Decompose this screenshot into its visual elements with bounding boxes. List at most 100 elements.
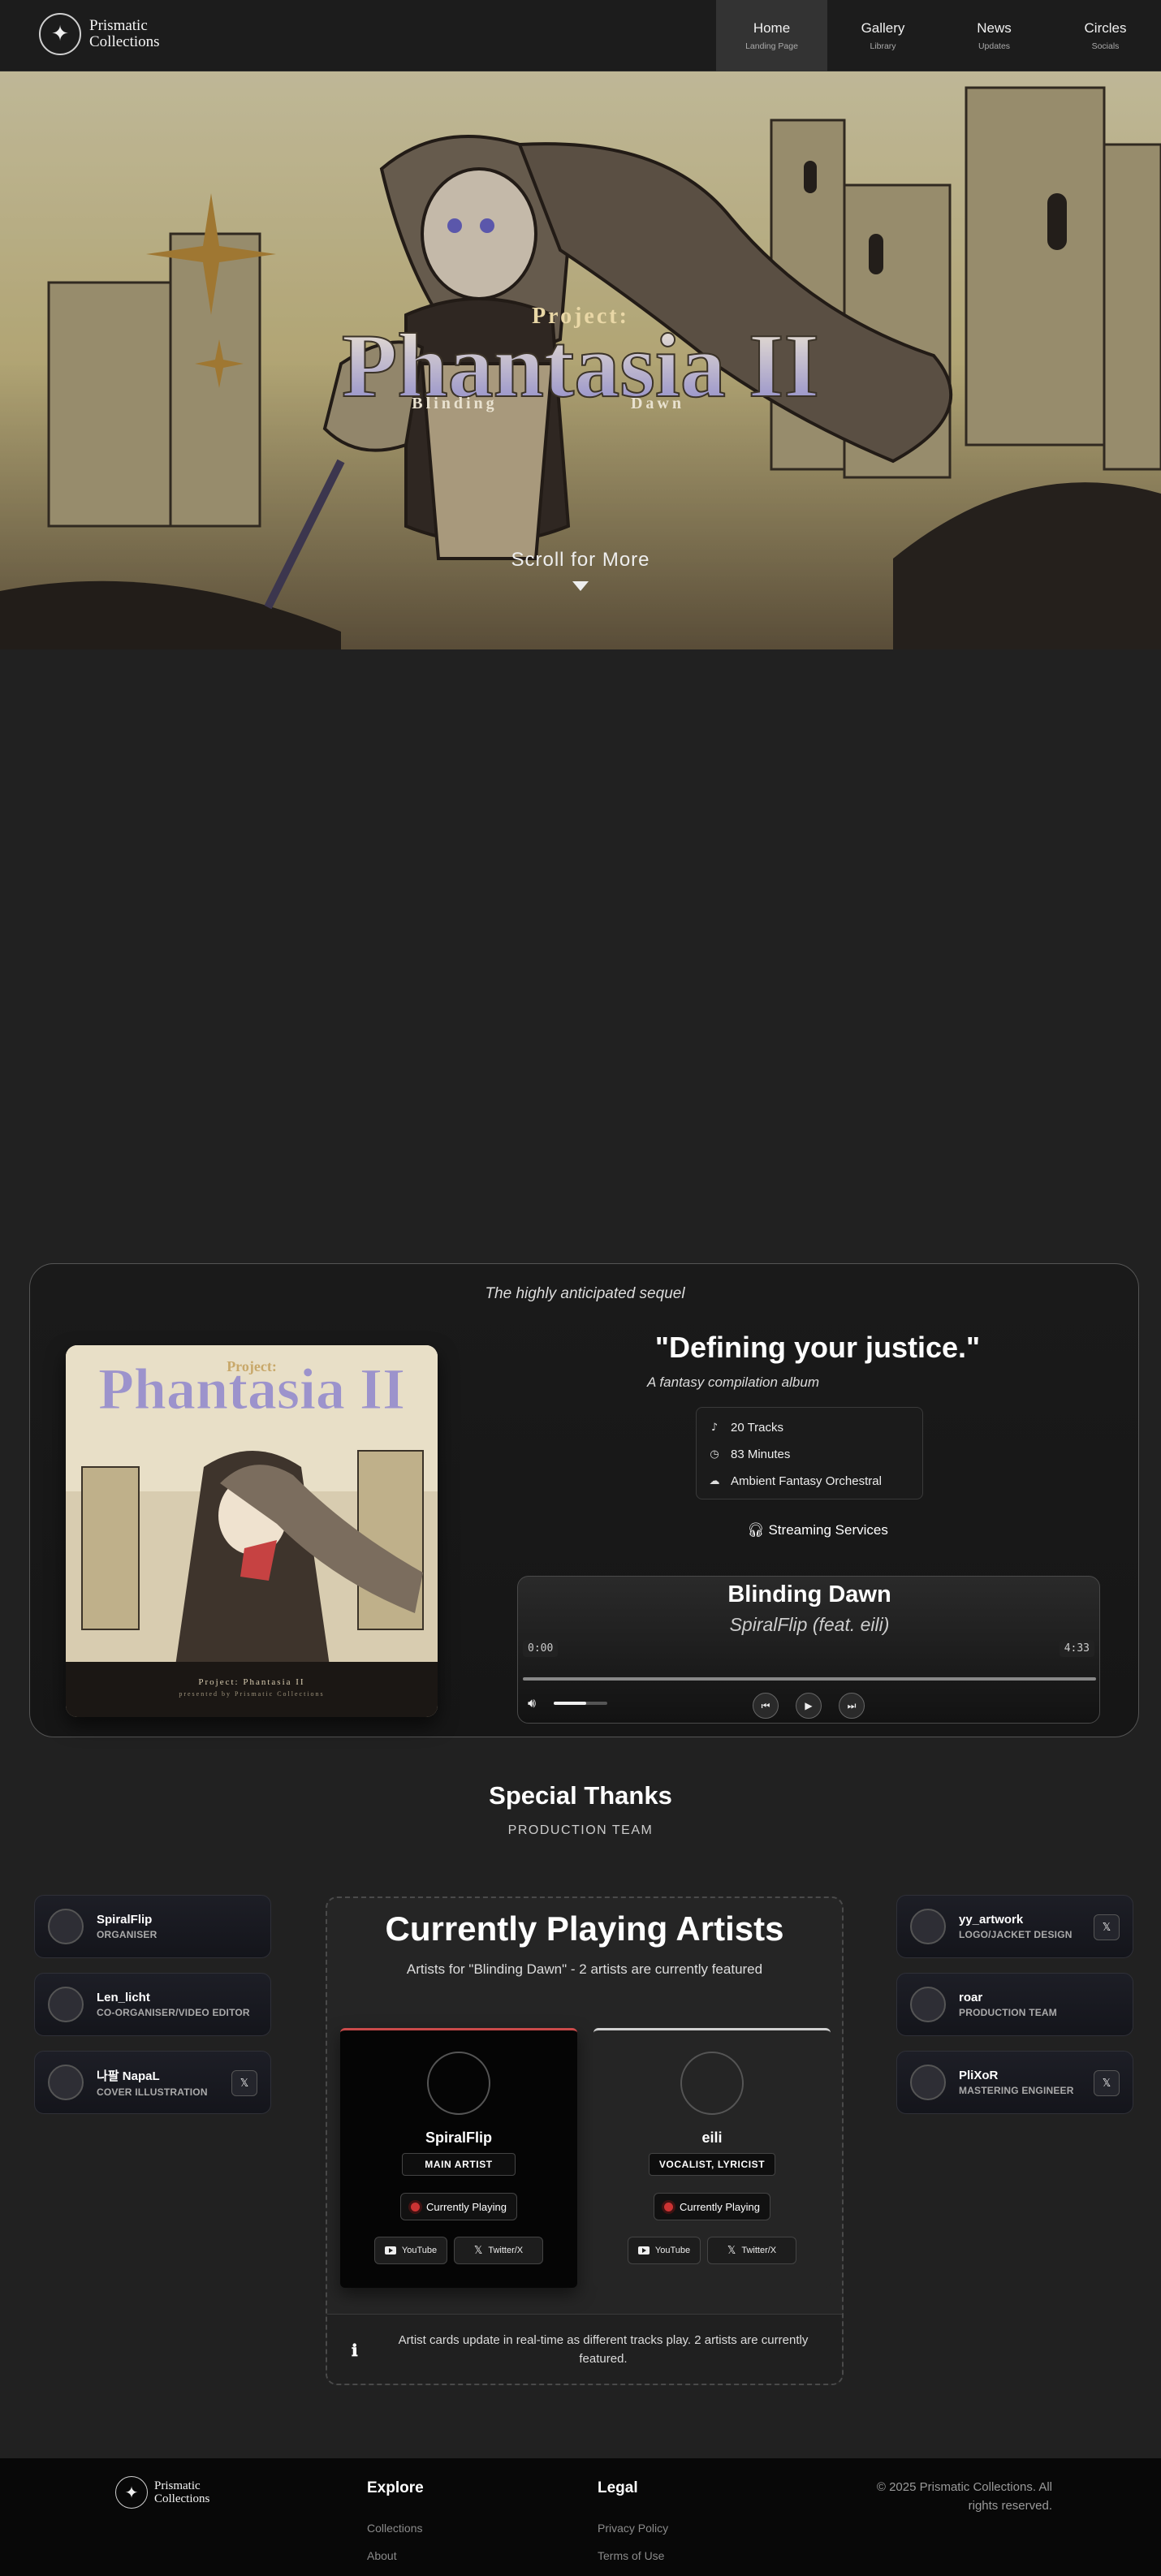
star-compass-icon: ✦	[115, 2476, 148, 2509]
album-subtitle: A fantasy compilation album	[647, 1374, 819, 1390]
twitter-label: Twitter/X	[488, 2246, 524, 2255]
nav-label: Home	[753, 20, 791, 36]
cpa-subtitle: Artists for "Blinding Dawn" - 2 artists …	[406, 1961, 763, 1977]
credit-name: SpiralFlip	[97, 1913, 153, 1927]
genre-icon: ☁	[709, 1475, 720, 1487]
nav-label: News	[977, 20, 1012, 36]
play-button[interactable]: ▶︎	[796, 1693, 822, 1719]
artist-name: SpiralFlip	[425, 2129, 492, 2146]
hero-title-left: Blinding	[412, 395, 497, 412]
credit-name: roar	[959, 1991, 983, 2004]
x-social-button[interactable]: 𝕏	[1094, 2070, 1120, 2096]
star-compass-icon: ✦	[39, 13, 81, 55]
stat-text: 20 Tracks	[731, 1421, 784, 1435]
special-thanks-subtitle: PRODUCTION TEAM	[507, 1823, 654, 1837]
youtube-link[interactable]: YouTube	[628, 2237, 701, 2264]
info-note-text: Artist cards update in real-time as diff…	[398, 2333, 809, 2366]
scroll-down-arrow-icon[interactable]	[572, 581, 589, 591]
streaming-services-link[interactable]: 🎧︎ Streaming Services	[485, 1522, 1150, 1538]
avatar	[48, 1987, 84, 2022]
credit-name: 나팔 NapaL	[97, 2069, 160, 2083]
album-cover-art: Phantasia II Project: Project: Phantasia…	[66, 1345, 438, 1717]
credit-role: PRODUCTION TEAM	[959, 2007, 1057, 2018]
stat-genre: ☁ Ambient Fantasy Orchestral	[708, 1468, 911, 1495]
credit-card: SpiralFlip ORGANISER	[34, 1895, 271, 1958]
footer-logo[interactable]: ✦ Prismatic Collections	[115, 2476, 209, 2509]
nav-item-news[interactable]: News Updates	[939, 0, 1050, 71]
footer-explore-heading: Explore	[367, 2479, 424, 2496]
stat-minutes: ◷ 83 Minutes	[708, 1441, 911, 1468]
nav-links: Home Landing Page Gallery Library News U…	[716, 0, 1161, 71]
nav-item-gallery[interactable]: Gallery Library	[827, 0, 939, 71]
artist-card[interactable]: eili VOCALIST, LYRICIST Currently Playin…	[593, 2028, 831, 2288]
volume-fill	[554, 1702, 586, 1705]
site-logo[interactable]: ✦ Prismatic Collections	[39, 13, 160, 55]
previous-track-button[interactable]: ⏮︎	[753, 1693, 779, 1719]
hero-banner: Project: Phantasia II Blinding Dawn Scro…	[0, 71, 1161, 649]
logo-line-1: Prismatic	[89, 17, 148, 34]
x-social-button[interactable]: 𝕏	[1094, 1914, 1120, 1940]
credit-card: yy_artwork LOGO/JACKET DESIGN 𝕏	[896, 1895, 1133, 1958]
avatar	[48, 2065, 84, 2100]
album-cover[interactable]: Phantasia II Project: Project: Phantasia…	[66, 1345, 438, 1717]
nav-sublabel: Socials	[1091, 41, 1120, 51]
avatar	[910, 1987, 946, 2022]
credit-card: Len_licht CO-ORGANISER/VIDEO EDITOR	[34, 1973, 271, 2036]
artist-role-badge: VOCALIST, LYRICIST	[649, 2153, 775, 2176]
track-title: Blinding Dawn	[727, 1581, 891, 1607]
progress-bar[interactable]	[523, 1677, 1096, 1681]
special-thanks-title: Special Thanks	[489, 1781, 672, 1810]
streaming-label: Streaming Services	[768, 1522, 888, 1538]
footer-link-privacy[interactable]: Privacy Policy	[598, 2522, 668, 2535]
status-badge: Currently Playing	[400, 2193, 517, 2220]
youtube-link[interactable]: YouTube	[374, 2237, 447, 2264]
nav-item-circles[interactable]: Circles Socials	[1050, 0, 1161, 71]
credit-role: COVER ILLUSTRATION	[97, 2086, 208, 2098]
volume-slider[interactable]	[554, 1702, 607, 1705]
credit-role: CO-ORGANISER/VIDEO EDITOR	[97, 2007, 250, 2018]
live-dot-icon	[664, 2202, 673, 2211]
nav-item-home[interactable]: Home Landing Page	[716, 0, 827, 71]
stat-text: 83 Minutes	[731, 1448, 791, 1461]
artist-name: eili	[701, 2129, 723, 2146]
twitter-link[interactable]: 𝕏 Twitter/X	[707, 2237, 796, 2264]
credit-name: PliXoR	[959, 2069, 999, 2082]
artist-role-badge: MAIN ARTIST	[402, 2153, 516, 2176]
footer-legal-heading: Legal	[598, 2479, 638, 2496]
next-track-button[interactable]: ⏭︎	[839, 1693, 865, 1719]
stat-text: Ambient Fantasy Orchestral	[731, 1474, 882, 1488]
copyright: © 2025 Prismatic Collections. All rights…	[876, 2480, 1052, 2513]
avatar	[427, 2052, 490, 2115]
audio-player: Blinding Dawn SpiralFlip (feat. eili) 0:…	[517, 1576, 1100, 1724]
currently-playing-artists: Currently Playing Artists Artists for "B…	[326, 1896, 844, 2385]
youtube-icon	[384, 2246, 396, 2255]
credit-role: LOGO/JACKET DESIGN	[959, 1929, 1073, 1940]
footer-link-terms[interactable]: Terms of Use	[598, 2549, 664, 2562]
youtube-label: YouTube	[401, 2246, 438, 2255]
youtube-label: YouTube	[654, 2246, 691, 2255]
volume-icon[interactable]: 🔊︎	[528, 1695, 536, 1711]
footer: ✦ Prismatic Collections Explore Collecti…	[0, 2458, 1161, 2576]
x-social-button[interactable]: 𝕏	[231, 2070, 257, 2096]
status-badge: Currently Playing	[654, 2193, 770, 2220]
avatar	[48, 1909, 84, 1944]
avatar	[910, 2065, 946, 2100]
cover-caption: Project: Phantasia II	[198, 1677, 304, 1687]
twitter-label: Twitter/X	[741, 2246, 777, 2255]
credit-name: yy_artwork	[959, 1913, 1024, 1927]
avatar	[910, 1909, 946, 1944]
nav-label: Circles	[1084, 20, 1127, 36]
twitter-link[interactable]: 𝕏 Twitter/X	[454, 2237, 543, 2264]
info-note: ℹ Artist cards update in real-time as di…	[327, 2314, 842, 2384]
logo-line-2: Collections	[154, 2492, 210, 2505]
scroll-for-more[interactable]: Scroll for More	[0, 549, 1161, 572]
credit-name: Len_licht	[97, 1991, 150, 2004]
footer-link-about[interactable]: About	[367, 2549, 397, 2562]
nav-label: Gallery	[861, 20, 905, 36]
cover-title-small: Project:	[227, 1358, 277, 1374]
artist-card[interactable]: SpiralFlip MAIN ARTIST Currently Playing…	[340, 2028, 577, 2288]
stat-tracks: ♪ 20 Tracks	[708, 1414, 911, 1441]
footer-link-collections[interactable]: Collections	[367, 2522, 422, 2535]
credit-card: roar PRODUCTION TEAM	[896, 1973, 1133, 2036]
clock-icon: ◷	[710, 1448, 719, 1461]
